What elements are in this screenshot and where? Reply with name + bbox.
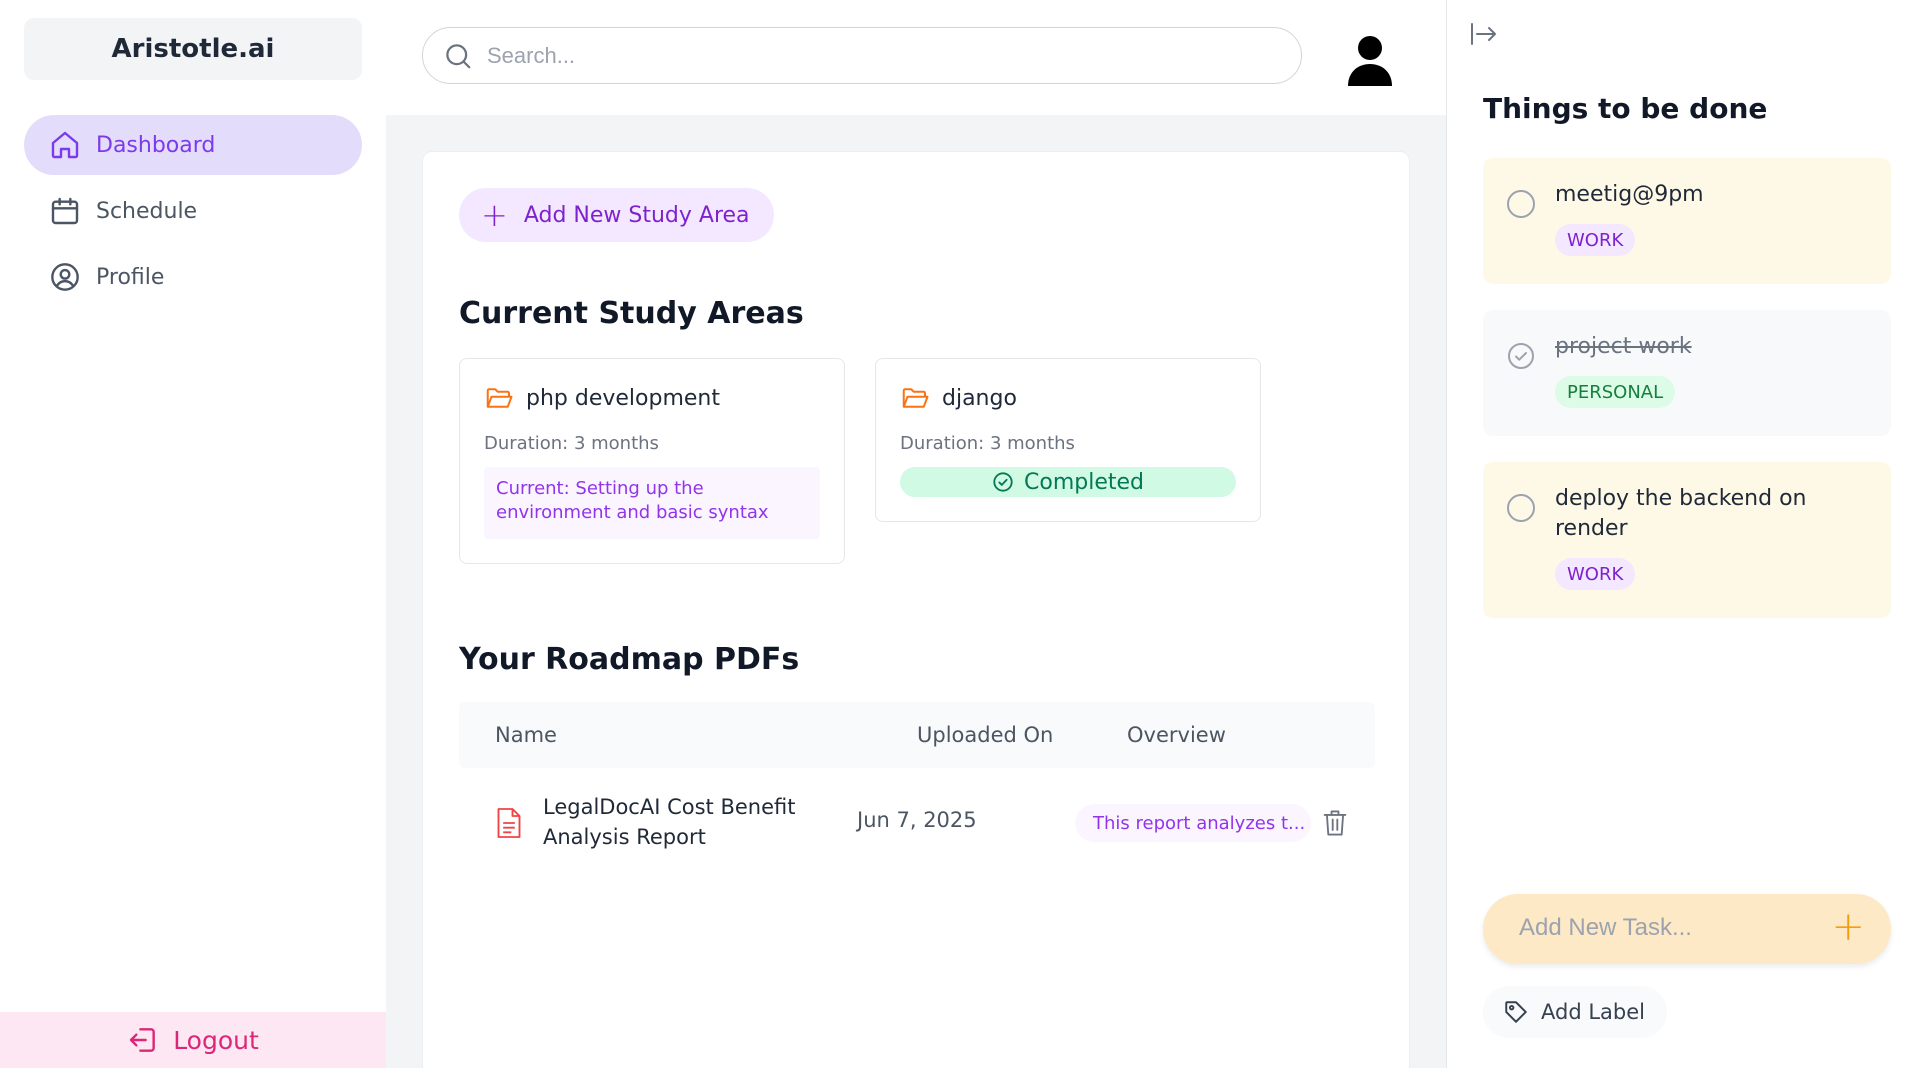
logout-icon [129,1028,156,1052]
pdf-file-icon [497,808,521,838]
task-text: project work [1555,334,1692,359]
pdf-name[interactable]: LegalDocAI Cost Benefit Analysis Report [543,792,813,852]
search-input[interactable] [487,42,1267,69]
study-area-card[interactable]: php development Duration: 3 months Curre… [459,358,845,564]
task-text: deploy the backend on render [1555,486,1807,541]
current-study-areas-heading: Current Study Areas [459,296,804,331]
search-icon [446,43,471,68]
task-checkbox[interactable] [1507,494,1535,522]
home-icon [48,128,82,162]
sidebar-item-label: Dashboard [96,132,216,158]
study-area-title: php development [484,383,720,413]
tasks-panel-title: Things to be done [1483,92,1768,125]
task-label-tag: PERSONAL [1555,376,1676,408]
column-header-overview: Overview [1127,723,1226,747]
sidebar-item-schedule[interactable]: Schedule [24,181,362,241]
add-study-area-button[interactable]: + Add New Study Area [459,188,774,242]
task-card[interactable]: deploy the backend on render WORK [1483,462,1891,618]
add-task-bar: + [1483,894,1891,964]
study-area-duration: Duration: 3 months [484,433,659,454]
task-card[interactable]: meetig@9pm WORK [1483,158,1891,284]
task-label-tag: WORK [1555,224,1636,256]
completed-badge: Completed [900,467,1236,497]
logout-label: Logout [173,1025,259,1055]
trash-icon[interactable] [1321,808,1349,838]
sidebar-item-label: Schedule [96,198,198,224]
brand-logo[interactable]: Aristotle.ai [24,18,362,80]
main-content: + Add New Study Area Current Study Areas… [386,115,1446,1068]
task-card[interactable]: project work PERSONAL [1483,310,1891,436]
table-header: Name Uploaded On Overview [459,702,1375,768]
roadmap-table: Name Uploaded On Overview LegalDocAI Cos… [459,702,1375,878]
study-area-current: Current: Setting up the environment and … [484,467,820,539]
topbar [386,0,1446,115]
add-label-button[interactable]: Add Label [1483,986,1667,1038]
study-area-card[interactable]: django Duration: 3 months Completed [875,358,1261,522]
add-task-input[interactable] [1519,914,1819,942]
pdf-overview-badge[interactable]: This report analyzes t... [1075,804,1311,842]
add-task-plus-icon[interactable]: + [1831,904,1865,950]
pdf-uploaded-date: Jun 7, 2025 [857,808,977,832]
collapse-panel-icon[interactable] [1469,20,1499,48]
plus-icon: + [481,196,508,234]
study-area-title: django [900,383,1017,413]
table-row[interactable]: LegalDocAI Cost Benefit Analysis Report … [459,768,1375,878]
checked-circle-icon[interactable] [1507,342,1535,370]
sidebar-item-label: Profile [96,264,165,290]
calendar-icon [48,194,82,228]
study-area-duration: Duration: 3 months [900,433,1075,454]
task-text: meetig@9pm [1555,182,1704,207]
task-checkbox[interactable] [1507,190,1535,218]
task-label-tag: WORK [1555,558,1636,590]
roadmap-pdfs-heading: Your Roadmap PDFs [459,642,800,677]
search-bar[interactable] [422,27,1302,84]
column-header-uploaded: Uploaded On [917,723,1054,747]
user-circle-icon [48,260,82,294]
add-label-text: Add Label [1541,1000,1645,1024]
sidebar-nav: Dashboard Schedule Profile [24,115,362,313]
tag-icon [1505,1001,1527,1023]
folder-open-icon [902,388,929,408]
user-avatar-icon[interactable] [1346,34,1394,86]
sidebar-item-profile[interactable]: Profile [24,247,362,307]
folder-open-icon [486,388,513,408]
logout-button[interactable]: Logout [0,1012,386,1068]
check-circle-icon [993,472,1013,492]
tasks-panel: Things to be done meetig@9pm WORK projec… [1446,0,1918,1068]
dashboard-card: + Add New Study Area Current Study Areas… [422,151,1410,1068]
sidebar-item-dashboard[interactable]: Dashboard [24,115,362,175]
add-study-area-label: Add New Study Area [523,202,750,228]
column-header-name: Name [495,723,557,747]
sidebar: Aristotle.ai Dashboard Schedule Profile … [0,0,386,1068]
